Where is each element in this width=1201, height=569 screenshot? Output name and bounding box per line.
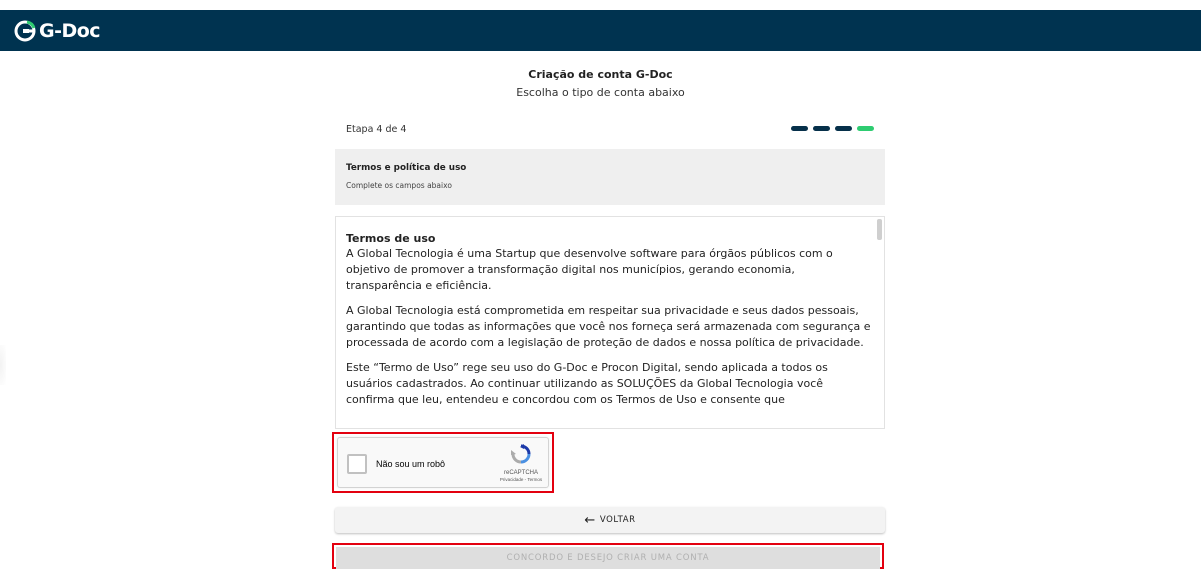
recaptcha-icon [511,444,531,464]
step-dot-1 [791,126,808,131]
terms-scroll-box[interactable]: Termos de uso A Global Tecnologia é uma … [335,216,885,429]
terms-paragraph: A Global Tecnologia está comprometida em… [346,304,871,349]
top-bar: G-Doc [0,10,1201,51]
step-dot-2 [813,126,830,131]
terms-heading: Termos de uso [346,232,436,245]
recaptcha-links[interactable]: Privacidade - Termos [497,477,545,482]
app-logo[interactable]: G-Doc [13,19,101,43]
agree-highlight: CONCORDO E DESEJO CRIAR UMA CONTA [332,543,884,569]
recaptcha-logo: reCAPTCHA Privacidade - Termos [497,444,545,482]
recaptcha-label: Não sou um robô [376,459,446,469]
recaptcha-brand: reCAPTCHA [503,470,538,476]
progress-indicator: Etapa 4 de 4 [335,124,885,138]
logo-text: G-Doc [39,19,101,42]
g-doc-logo-icon [14,20,36,41]
back-button[interactable]: ← VOLTAR [335,507,885,533]
recaptcha-checkbox[interactable] [347,454,367,474]
step-dot-4 [857,126,874,131]
section-subtitle: Complete os campos abaixo [346,181,452,190]
agree-button-label: CONCORDO E DESEJO CRIAR UMA CONTA [506,553,710,563]
step-dots [791,126,874,131]
agree-create-account-button[interactable]: CONCORDO E DESEJO CRIAR UMA CONTA [336,547,880,569]
terms-paragraph: Este “Termo de Uso” rege seu uso do G-Do… [346,361,828,406]
step-label: Etapa 4 de 4 [346,124,407,135]
terms-paragraph: A Global Tecnologia é uma Startup que de… [346,247,833,292]
step-dot-3 [835,126,852,131]
page-title: Criação de conta G-Doc [528,68,673,81]
recaptcha-widget: Não sou um robô reCAPTCHA Privacidade - … [337,437,549,488]
captcha-highlight: Não sou um robô reCAPTCHA Privacidade - … [332,432,554,493]
page-subtitle: Escolha o tipo de conta abaixo [516,86,685,99]
page-edge-shadow [0,345,6,385]
terms-content: Termos de uso A Global Tecnologia é uma … [346,232,871,417]
section-header: Termos e política de uso Complete os cam… [335,149,885,205]
section-title: Termos e política de uso [346,163,467,173]
back-button-label: VOLTAR [599,515,636,525]
terms-scrollbar[interactable] [877,219,882,240]
arrow-left-icon: ← [584,512,596,528]
